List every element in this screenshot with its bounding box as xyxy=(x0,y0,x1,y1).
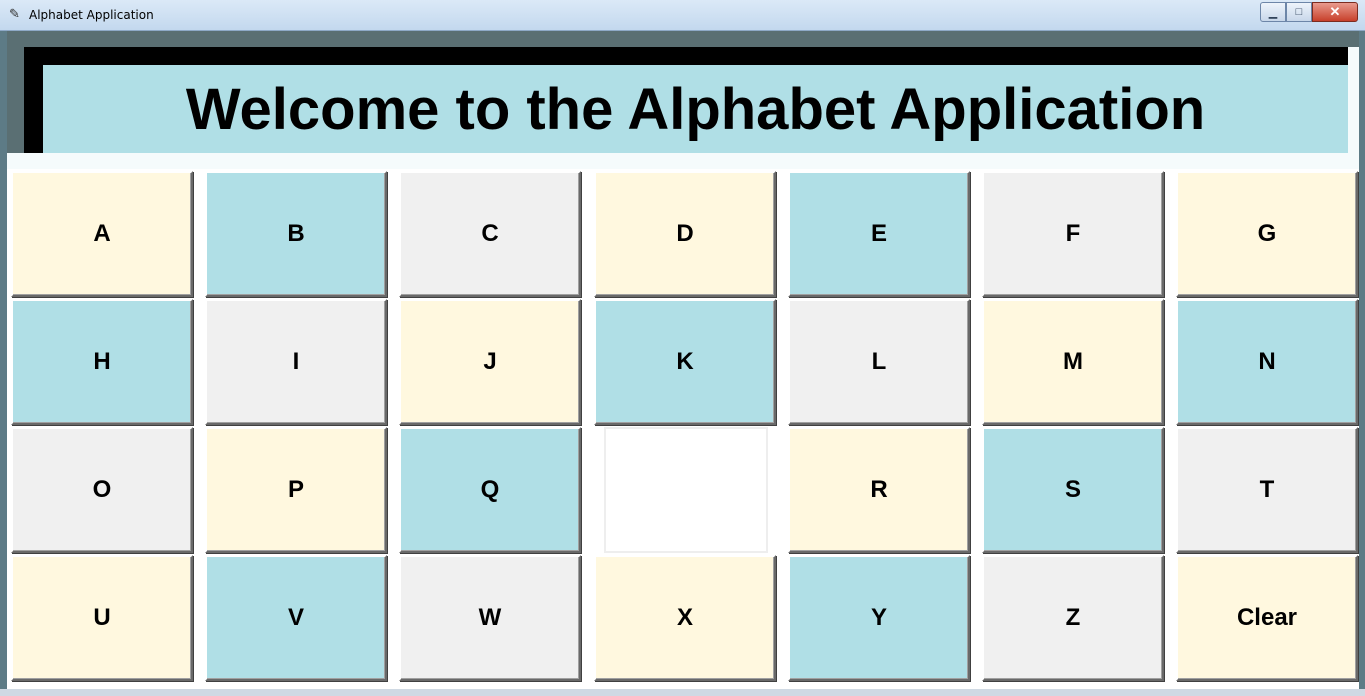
letter-button-z[interactable]: Z xyxy=(982,555,1164,681)
letter-button-d[interactable]: D xyxy=(594,171,776,297)
letter-button-s[interactable]: S xyxy=(982,427,1164,553)
window-title: Alphabet Application xyxy=(29,8,154,22)
clear-button[interactable]: Clear xyxy=(1176,555,1358,681)
maximize-button[interactable]: □ xyxy=(1286,2,1312,22)
window-client-area: Welcome to the Alphabet Application ABCD… xyxy=(7,31,1359,689)
letter-button-q[interactable]: Q xyxy=(399,427,581,553)
page-title: Welcome to the Alphabet Application xyxy=(185,76,1206,142)
header-highlight-bottom xyxy=(7,153,1359,169)
letter-button-g[interactable]: G xyxy=(1176,171,1358,297)
letter-button-e[interactable]: E xyxy=(788,171,970,297)
letter-button-p[interactable]: P xyxy=(205,427,387,553)
letter-button-u[interactable]: U xyxy=(11,555,193,681)
letter-button-l[interactable]: L xyxy=(788,299,970,425)
letter-button-y[interactable]: Y xyxy=(788,555,970,681)
letter-button-r[interactable]: R xyxy=(788,427,970,553)
letter-button-i[interactable]: I xyxy=(205,299,387,425)
letter-button-t[interactable]: T xyxy=(1176,427,1358,553)
letter-button-f[interactable]: F xyxy=(982,171,1164,297)
letter-button-k[interactable]: K xyxy=(594,299,776,425)
letter-button-b[interactable]: B xyxy=(205,171,387,297)
letter-button-m[interactable]: M xyxy=(982,299,1164,425)
letter-button-v[interactable]: V xyxy=(205,555,387,681)
letter-button-h[interactable]: H xyxy=(11,299,193,425)
taskbar-edge xyxy=(0,689,1365,696)
letter-button-o[interactable]: O xyxy=(11,427,193,553)
close-button[interactable]: ✕ xyxy=(1312,2,1358,22)
title-bar: ✎ Alphabet Application ▁ □ ✕ xyxy=(0,0,1365,31)
empty-slot xyxy=(604,427,768,553)
letter-button-w[interactable]: W xyxy=(399,555,581,681)
letter-button-x[interactable]: X xyxy=(594,555,776,681)
letter-button-c[interactable]: C xyxy=(399,171,581,297)
minimize-button[interactable]: ▁ xyxy=(1260,2,1286,22)
feather-icon: ✎ xyxy=(9,6,20,21)
letter-button-n[interactable]: N xyxy=(1176,299,1358,425)
letter-button-j[interactable]: J xyxy=(399,299,581,425)
letter-button-a[interactable]: A xyxy=(11,171,193,297)
header-highlight-right xyxy=(1348,47,1359,169)
